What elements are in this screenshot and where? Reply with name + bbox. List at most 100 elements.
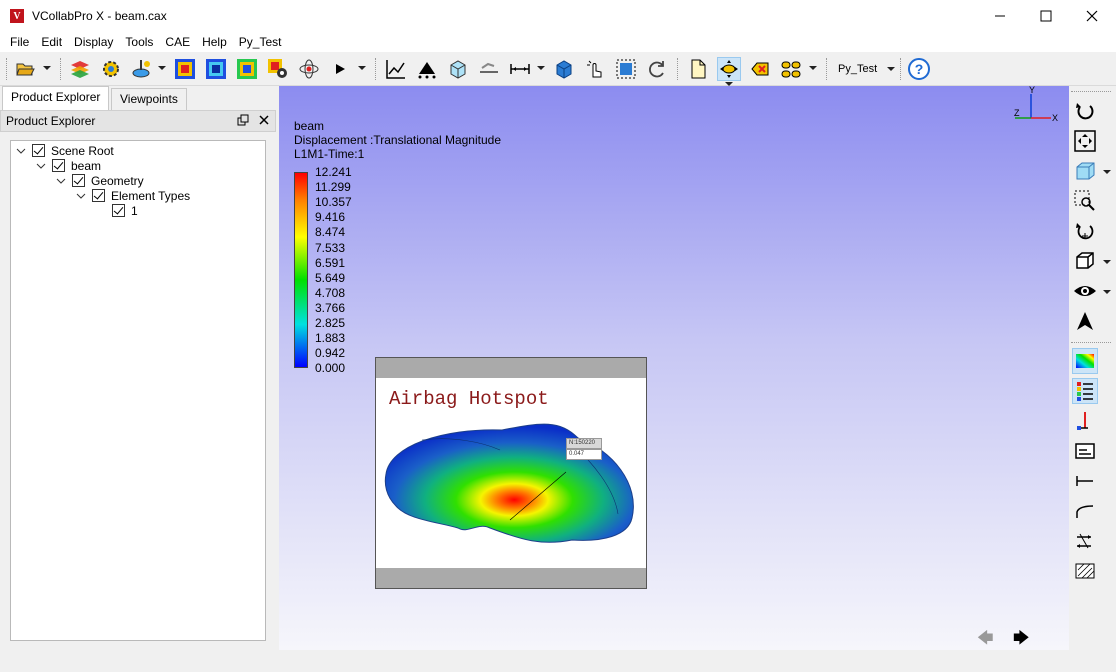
legend-value-label: 7.533 <box>315 240 346 255</box>
toolbar-grip <box>1071 91 1111 92</box>
delete-markup-button[interactable] <box>748 57 772 81</box>
menu-cae[interactable]: CAE <box>159 32 196 52</box>
legend-toggle-button[interactable] <box>1072 378 1098 404</box>
layers-button[interactable] <box>68 57 92 81</box>
contour-mixed-button[interactable] <box>235 57 259 81</box>
navigate-button[interactable] <box>1072 308 1098 334</box>
tree-checkbox[interactable] <box>112 204 125 217</box>
close-panel-icon[interactable] <box>258 114 270 129</box>
labels-dropdown-arrow[interactable] <box>809 66 817 70</box>
product-explorer-header: Product Explorer <box>0 110 276 132</box>
play-dropdown-arrow[interactable] <box>358 66 366 70</box>
chevron-down-icon[interactable] <box>16 146 26 156</box>
probe-dropdown-arrow[interactable] <box>158 66 166 70</box>
py-test-dropdown-label: Py_Test <box>838 63 878 75</box>
animation-settings-button[interactable] <box>297 57 321 81</box>
toolbar-grip <box>6 58 7 80</box>
tree-node-1[interactable]: 1 <box>112 203 138 218</box>
tree-checkbox[interactable] <box>72 174 85 187</box>
probe-icon <box>132 60 150 78</box>
help-button[interactable]: ? <box>907 57 931 81</box>
hatch-button[interactable] <box>1072 558 1098 584</box>
fit-all-button[interactable] <box>1072 128 1098 154</box>
chevron-down-icon <box>887 67 896 71</box>
chevron-down-icon[interactable] <box>76 191 86 201</box>
image-note-panel[interactable]: Airbag Hotspot N:150220 0.047 <box>375 357 647 589</box>
contour-button[interactable] <box>173 57 197 81</box>
auto-fit-button[interactable] <box>717 57 741 81</box>
tree-checkbox[interactable] <box>92 189 105 202</box>
plot-button[interactable] <box>384 57 408 81</box>
close-button[interactable] <box>1069 0 1115 32</box>
hatch-icon <box>1075 563 1095 579</box>
page-icon <box>691 59 706 79</box>
svg-text:?: ? <box>915 61 924 77</box>
menu-file[interactable]: File <box>4 32 35 52</box>
probe-button[interactable] <box>130 57 154 81</box>
menu-py-test[interactable]: Py_Test <box>233 32 288 52</box>
float-panel-icon[interactable] <box>237 114 249 129</box>
cad-view-button[interactable] <box>552 57 576 81</box>
display-mode-dropdown-arrow[interactable] <box>1103 260 1111 264</box>
tree-node-geometry[interactable]: Geometry <box>56 173 144 188</box>
markup-button[interactable] <box>415 57 439 81</box>
standard-views-dropdown-arrow[interactable] <box>1103 170 1111 174</box>
contour-mixed-icon <box>237 59 257 79</box>
legend-value-label: 2.825 <box>315 316 346 330</box>
result-settings-button[interactable] <box>266 57 290 81</box>
py-test-dropdown[interactable]: Py_Test <box>832 58 896 80</box>
chevron-down-icon[interactable] <box>36 161 46 171</box>
menu-display[interactable]: Display <box>68 32 119 52</box>
3d-viewport[interactable]: beam Displacement :Translational Magnitu… <box>279 86 1069 650</box>
pick-button[interactable] <box>583 57 607 81</box>
menu-tools[interactable]: Tools <box>119 32 159 52</box>
tree-node-beam[interactable]: beam <box>36 158 101 173</box>
minimize-button[interactable] <box>977 0 1023 32</box>
chevron-down-icon[interactable] <box>56 176 66 186</box>
note-header-bar[interactable] <box>376 358 646 378</box>
tree-checkbox[interactable] <box>32 144 45 157</box>
curve-icon <box>1076 505 1094 518</box>
open-file-dropdown-arrow[interactable] <box>43 66 51 70</box>
transform-button[interactable] <box>1072 528 1098 554</box>
standard-views-button[interactable] <box>1072 158 1098 184</box>
rotate-button[interactable] <box>1072 218 1098 244</box>
probe-line-button[interactable] <box>1072 408 1098 434</box>
curve-button[interactable] <box>1072 498 1098 524</box>
new-page-button[interactable] <box>686 57 710 81</box>
menu-help[interactable]: Help <box>196 32 233 52</box>
refresh-button[interactable] <box>645 57 669 81</box>
tree-node-scene-root[interactable]: Scene Root <box>16 143 114 158</box>
section-button[interactable] <box>446 57 470 81</box>
triangle-marker-icon <box>418 62 436 79</box>
menu-edit[interactable]: Edit <box>35 32 68 52</box>
title-toggle-button[interactable] <box>1072 438 1098 464</box>
minimize-icon <box>995 15 1005 17</box>
labels-button[interactable] <box>779 57 803 81</box>
tab-viewpoints[interactable]: Viewpoints <box>111 88 187 110</box>
tree-node-element-types[interactable]: Element Types <box>76 188 190 203</box>
reset-view-button[interactable] <box>1072 98 1098 124</box>
select-region-button[interactable] <box>614 57 638 81</box>
visibility-dropdown-arrow[interactable] <box>1103 290 1111 294</box>
dimension-button[interactable] <box>1072 468 1098 494</box>
transform-arrows-icon <box>1077 533 1091 549</box>
maximize-button[interactable] <box>1023 0 1069 32</box>
line-chart-icon <box>386 60 405 79</box>
zoom-region-button[interactable] <box>1072 188 1098 214</box>
play-button[interactable] <box>328 57 352 81</box>
legend-value-label: 12.241 <box>315 165 352 179</box>
tab-product-explorer[interactable]: Product Explorer <box>2 86 110 110</box>
tree-checkbox[interactable] <box>52 159 65 172</box>
contour-toggle-button[interactable] <box>1072 348 1098 374</box>
main-toolbar: ? <box>0 52 1116 86</box>
measure-dropdown-arrow[interactable] <box>537 66 545 70</box>
open-file-button[interactable] <box>13 57 37 81</box>
measure-button[interactable] <box>508 57 532 81</box>
contour-blue-button[interactable] <box>204 57 228 81</box>
settings-button[interactable] <box>99 57 123 81</box>
blue-cube-icon <box>556 60 572 79</box>
visibility-button[interactable] <box>1072 278 1098 304</box>
display-mode-button[interactable] <box>1072 248 1098 274</box>
alignment-button[interactable] <box>477 57 501 81</box>
